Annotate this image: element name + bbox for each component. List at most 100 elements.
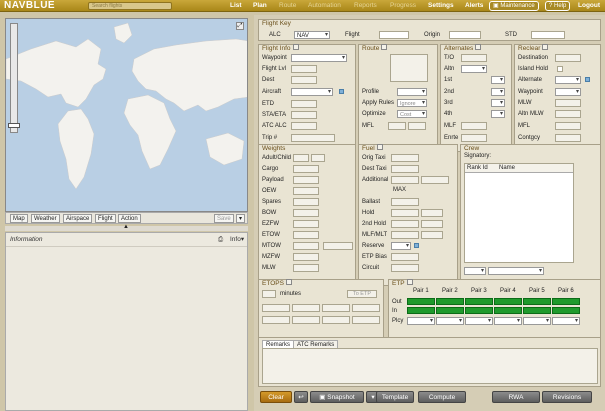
etow-input[interactable] <box>293 231 319 239</box>
apply-rules-select[interactable]: Ignore <box>397 99 427 107</box>
revisions-button[interactable]: Revisions <box>542 391 592 403</box>
to-etp-button[interactable]: To ETP <box>347 290 377 298</box>
spares-input[interactable] <box>293 198 319 206</box>
dest-taxi-input[interactable] <box>391 165 419 173</box>
alt-mlf-input[interactable] <box>461 122 487 130</box>
nav-route[interactable]: Route <box>279 0 296 12</box>
profile-select[interactable] <box>397 88 427 96</box>
pair-5-plcy[interactable] <box>523 317 551 325</box>
etops-menu-icon[interactable] <box>285 279 292 286</box>
route-textarea[interactable] <box>390 54 428 82</box>
etp-menu-icon[interactable] <box>406 279 413 286</box>
additional-input[interactable] <box>391 176 419 184</box>
etops-field-3[interactable] <box>322 304 350 312</box>
ezfw-input[interactable] <box>293 220 319 228</box>
template-button[interactable]: Template <box>376 391 414 403</box>
pair-6-in[interactable] <box>552 307 580 314</box>
zoom-handle[interactable] <box>8 123 20 128</box>
etp-bias-input[interactable] <box>391 253 419 261</box>
alt-2nd-select[interactable] <box>491 88 505 96</box>
nav-list[interactable]: List <box>230 0 242 12</box>
atc-alc-input[interactable] <box>291 122 317 130</box>
circuit-input[interactable] <box>391 264 419 272</box>
alt-altn-select[interactable] <box>461 65 487 73</box>
alt-to-input[interactable] <box>461 54 487 62</box>
print-icon[interactable]: ⎙ <box>218 233 223 247</box>
pair-2-out[interactable] <box>436 298 464 305</box>
route-mfl-input-2[interactable] <box>408 122 426 130</box>
reclear-waypoint-select[interactable] <box>555 88 581 96</box>
sta-eta-input[interactable] <box>291 111 317 119</box>
reserve-select[interactable] <box>391 242 411 250</box>
map-menu-icon[interactable]: ▾ <box>236 214 246 223</box>
std-input[interactable] <box>531 31 565 39</box>
pair-5-in[interactable] <box>523 307 551 314</box>
bow-input[interactable] <box>293 209 319 217</box>
pair-3-plcy[interactable] <box>465 317 493 325</box>
nav-automation[interactable]: Automation <box>308 0 341 12</box>
aircraft-select[interactable] <box>291 88 333 96</box>
reclear-mlw-input[interactable] <box>555 99 581 107</box>
clear-button[interactable]: Clear <box>260 391 292 403</box>
pair-4-in[interactable] <box>494 307 522 314</box>
etops-field-6[interactable] <box>292 316 320 324</box>
reclear-alternate-icon[interactable] <box>585 77 590 82</box>
etops-field-2[interactable] <box>292 304 320 312</box>
route-menu-icon[interactable] <box>381 44 388 51</box>
maintenance-button[interactable]: ▣ Maintenance <box>489 1 539 11</box>
etd-input[interactable] <box>291 100 317 108</box>
alt-enrte-input[interactable] <box>461 134 487 142</box>
help-button[interactable]: ? Help <box>545 1 571 11</box>
trip-input[interactable] <box>291 134 335 142</box>
pair-5-out[interactable] <box>523 298 551 305</box>
aircraft-lookup-icon[interactable] <box>339 89 344 94</box>
mlw-input[interactable] <box>293 264 319 272</box>
nav-progress[interactable]: Progress <box>390 0 416 12</box>
flight-info-menu-icon[interactable] <box>292 44 299 51</box>
search-input[interactable]: Search flights <box>88 2 172 10</box>
adult-input[interactable] <box>293 154 309 162</box>
remarks-textarea[interactable] <box>262 348 598 384</box>
map-view[interactable]: ⤢ <box>5 18 248 212</box>
rwa-button[interactable]: RWA <box>492 391 540 403</box>
pair-4-plcy[interactable] <box>494 317 522 325</box>
hold-input[interactable] <box>391 209 419 217</box>
route-mfl-input-1[interactable] <box>388 122 406 130</box>
pair-1-in[interactable] <box>407 307 435 314</box>
mtow-input[interactable] <box>293 242 319 250</box>
alc-select[interactable]: NAV <box>294 31 330 39</box>
info-menu[interactable]: Info▾ <box>230 233 244 247</box>
etops-minutes-input[interactable] <box>262 290 276 298</box>
optimize-select[interactable]: Cost <box>397 110 427 118</box>
pair-2-plcy[interactable] <box>436 317 464 325</box>
map-button[interactable]: Map <box>10 214 28 223</box>
payload-input[interactable] <box>293 176 319 184</box>
child-input[interactable] <box>311 154 325 162</box>
flight-lvl-input[interactable] <box>291 65 317 73</box>
flight-input[interactable] <box>379 31 409 39</box>
additional-secondary-input[interactable] <box>421 176 449 184</box>
airspace-button[interactable]: Airspace <box>63 214 93 223</box>
pair-3-out[interactable] <box>465 298 493 305</box>
reclear-menu-icon[interactable] <box>542 44 549 51</box>
waypoint-select[interactable] <box>291 54 347 62</box>
etops-field-4[interactable] <box>352 304 380 312</box>
etops-field-8[interactable] <box>352 316 380 324</box>
alt-3rd-select[interactable] <box>491 99 505 107</box>
undo-icon[interactable]: ↩ <box>294 391 308 403</box>
mzfw-input[interactable] <box>293 253 319 261</box>
alternates-menu-icon[interactable] <box>475 44 482 51</box>
reclear-destination-input[interactable] <box>555 54 581 62</box>
reclear-alternate-select[interactable] <box>555 76 581 84</box>
pair-1-plcy[interactable] <box>407 317 435 325</box>
pair-6-out[interactable] <box>552 298 580 305</box>
dest-input[interactable] <box>291 76 317 84</box>
mtow-secondary-input[interactable] <box>323 242 353 250</box>
etops-field-7[interactable] <box>322 316 350 324</box>
collapse-icon[interactable]: ▲ <box>123 224 129 230</box>
ballast-input[interactable] <box>391 198 419 206</box>
etops-field-5[interactable] <box>262 316 290 324</box>
nav-alerts[interactable]: Alerts <box>465 0 483 12</box>
alt-4th-select[interactable] <box>491 110 505 118</box>
panel-splitter[interactable]: ▲ <box>5 224 248 231</box>
